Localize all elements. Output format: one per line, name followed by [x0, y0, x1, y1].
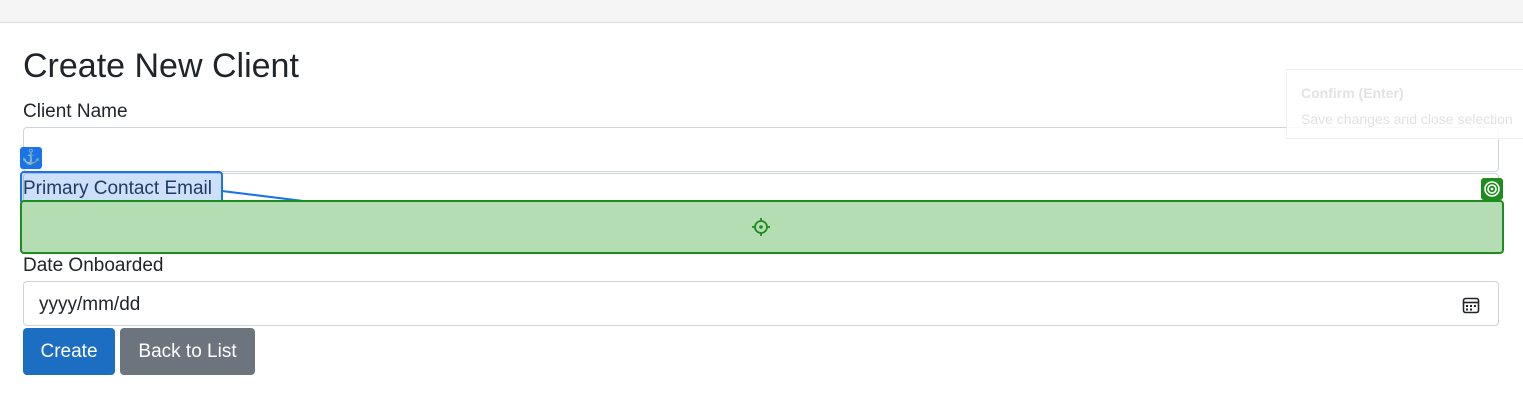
page-title: Create New Client [23, 47, 299, 85]
crosshair-icon [752, 218, 770, 236]
email-label: Primary Contact Email [23, 178, 212, 199]
date-onboarded-input[interactable] [23, 281, 1499, 326]
client-name-input[interactable] [23, 127, 1499, 172]
client-name-label: Client Name [23, 101, 128, 122]
date-onboarded-label: Date Onboarded [23, 255, 164, 276]
date-placeholder: yyyy/mm/dd [39, 294, 141, 315]
back-to-list-button[interactable]: Back to List [120, 328, 255, 375]
confirm-tooltip: Confirm (Enter) Save changes and close s… [1286, 69, 1523, 139]
browser-top-bar [0, 0, 1523, 23]
create-button[interactable]: Create [23, 328, 115, 375]
tooltip-title: Confirm (Enter) [1301, 85, 1404, 101]
tooltip-description: Save changes and close selection [1301, 111, 1513, 127]
anchor-icon: ⚓ [20, 147, 42, 169]
target-icon [1481, 178, 1503, 200]
calendar-icon[interactable] [1462, 296, 1480, 314]
